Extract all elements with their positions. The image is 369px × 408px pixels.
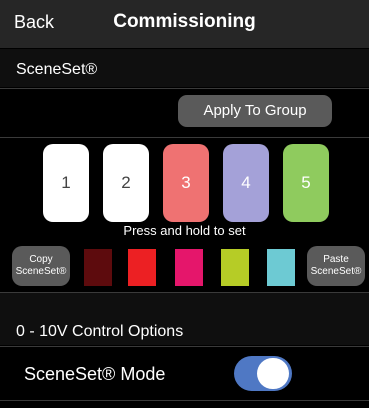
divider [0,88,369,89]
divider [0,137,369,138]
copy-label-line2: SceneSet® [15,266,67,277]
color-swatch[interactable] [128,249,156,286]
divider [0,400,369,401]
control-section-header: 0 - 10V Control Options [0,293,369,345]
paste-label-line1: Paste [323,254,349,265]
sceneset-mode-label: SceneSet® Mode [24,364,166,384]
scene-button-5[interactable]: 5 [283,144,329,222]
scene-button-2[interactable]: 2 [103,144,149,222]
page-title: Commissioning [113,11,256,32]
scene-button-3[interactable]: 3 [163,144,209,222]
apply-to-group-button[interactable]: Apply To Group [178,95,332,127]
nav-bar: Back Commissioning [0,0,369,48]
press-hold-hint: Press and hold to set [123,223,246,238]
color-swatch[interactable] [84,249,112,286]
control-header-label: 0 - 10V Control Options [16,323,184,340]
copy-label-line1: Copy [29,254,53,265]
copy-sceneset-button[interactable]: Copy SceneSet® [12,246,70,286]
paste-label-line2: SceneSet® [310,266,362,277]
color-swatch[interactable] [267,249,295,286]
color-swatch[interactable] [221,249,249,286]
scene-button-4[interactable]: 4 [223,144,269,222]
sceneset-mode-row: SceneSet® Mode [0,347,369,399]
sceneset-section-header: SceneSet® [0,49,369,87]
sceneset-header-label: SceneSet® [16,61,98,78]
toggle-knob[interactable] [257,358,289,389]
color-swatch[interactable] [175,249,203,286]
scene-button-1[interactable]: 1 [43,144,89,222]
paste-sceneset-button[interactable]: Paste SceneSet® [307,246,365,286]
